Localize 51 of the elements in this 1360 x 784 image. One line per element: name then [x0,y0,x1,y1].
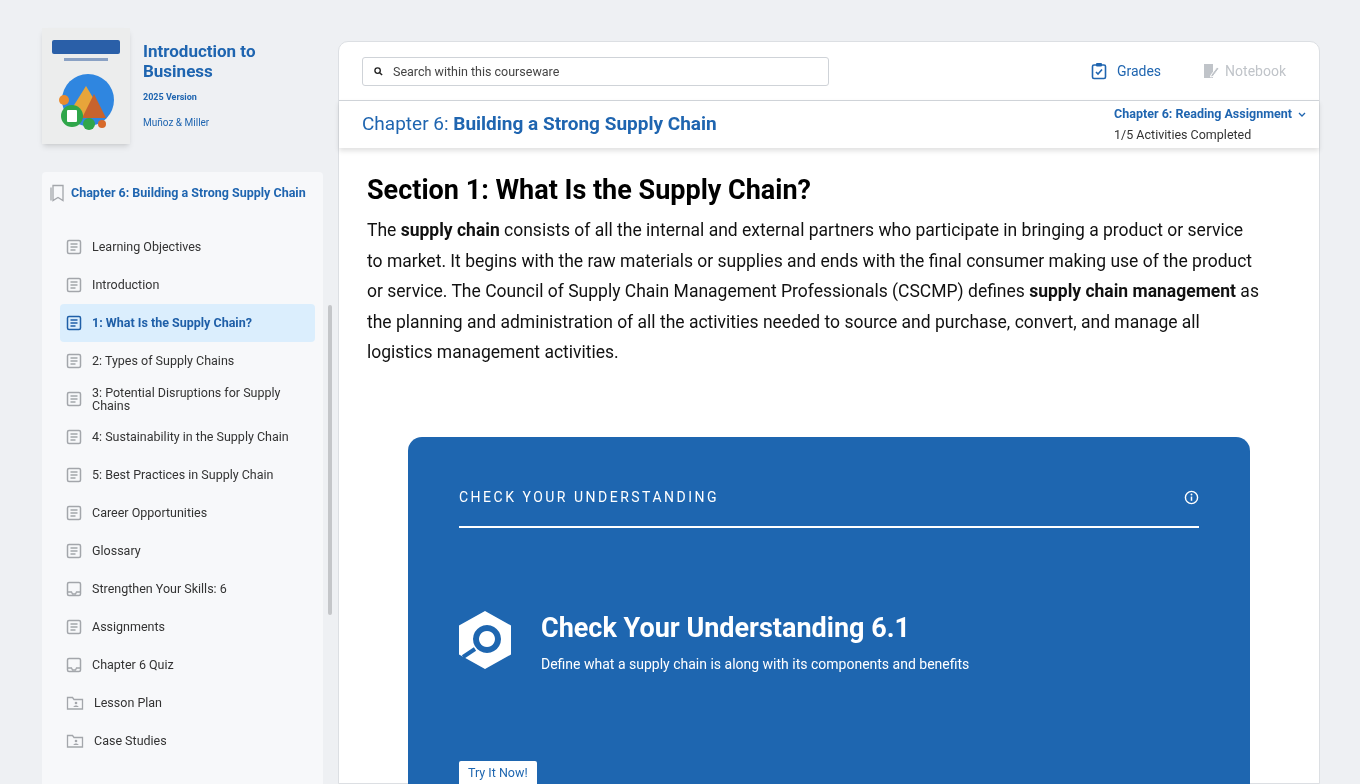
section-heading: Section 1: What Is the Supply Chain? [367,173,813,207]
chapter-item[interactable]: Assignments [60,607,315,646]
chapter-item[interactable]: 2: Types of Supply Chains [60,341,315,380]
notebook-pen-icon [1203,62,1220,80]
book-version: 2025 Version [143,91,198,104]
chapter-heading[interactable]: Chapter 6: Building a Strong Supply Chain [71,184,306,203]
page-icon [66,466,82,483]
page-icon [66,390,82,407]
page-icon [66,352,82,369]
clipboard-check-icon [1090,62,1107,80]
page-icon [66,504,82,521]
chapter-item[interactable]: Chapter 6 Quiz [60,645,315,684]
chapter-item[interactable]: Glossary [60,531,315,570]
assignment-dropdown[interactable]: Chapter 6: Reading Assignment [1114,104,1306,124]
folder-icon [66,732,84,749]
page-icon [66,542,82,559]
search-icon [374,66,383,76]
bookmark-icon [49,184,65,203]
chapter-title: Chapter 6: Building a Strong Supply Chain [362,111,717,138]
hexagon-magnifier-icon [459,610,511,669]
card-label: CHECK YOUR UNDERSTANDING [459,487,720,507]
chapter-item[interactable]: 5: Best Practices in Supply Chain [60,455,315,494]
chapter-item[interactable]: 1: What Is the Supply Chain? [60,303,315,342]
grades-button[interactable]: Grades [1090,60,1162,82]
chapter-item[interactable]: 3: Potential Disruptions for Supply Chains [60,379,315,418]
scrollbar-thumb[interactable] [328,305,332,615]
book-title[interactable]: Introduction to Business [143,41,323,81]
chapter-item[interactable]: 4: Sustainability in the Supply Chain [60,417,315,456]
chapter-item[interactable]: Strengthen Your Skills: 6 [60,569,315,608]
folder-icon [66,694,84,711]
chapter-item[interactable]: Career Opportunities [60,493,315,532]
tray-icon [66,580,82,597]
card-description: Define what a supply chain is along with its components and benefits [541,654,970,674]
page-icon [66,618,82,635]
search-field[interactable]: Search within this courseware [362,56,829,86]
chapter-item[interactable]: Learning Objectives [60,227,315,266]
tray-icon [66,656,82,673]
section-paragraph: The supply chain consists of all the internal and external partners who participate in bringing a product or service to market. It begins with the raw materials or supplies and ends with the final consumer making use of the product or service. The Council of Supply Chain Management Professionals (CSCMP) defines supply chain management as the planning and administration of all the activities needed to source and purchase, convert, and manage all logistics management activities. [367,219,1260,364]
card-title: Check Your Understanding 6.1 [541,611,911,644]
chapter-item[interactable]: Introduction [60,265,315,304]
info-icon [1184,489,1199,505]
chapter-item[interactable]: Lesson Plan [60,683,315,722]
page-icon [66,428,82,445]
page-icon [66,238,82,255]
book-authors: Muñoz & Miller [143,115,211,130]
page-icon [66,314,82,331]
try-it-button[interactable]: Try It Now! [459,760,537,784]
page-icon [66,276,82,293]
chapter-item[interactable]: Case Studies [60,721,315,760]
chevron-down-icon [1298,111,1306,117]
progress-text: 1/5 Activities Completed [1114,125,1252,144]
